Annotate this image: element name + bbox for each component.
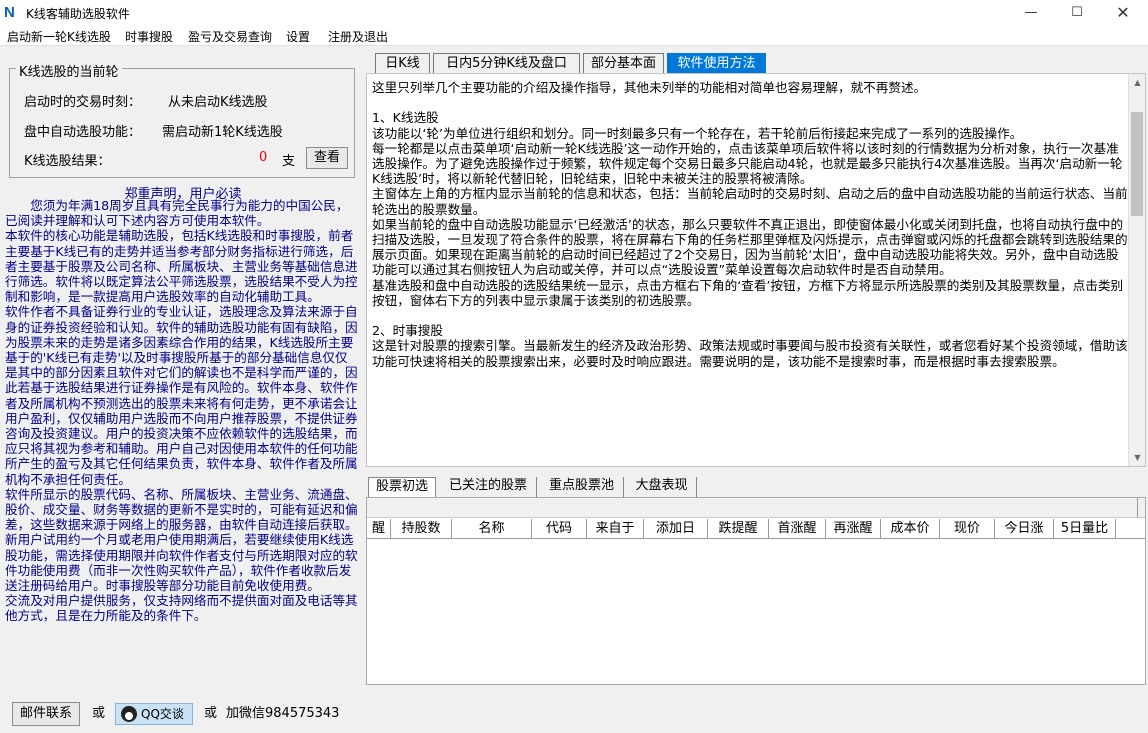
menu-bar: 启动新一轮K线选股 时事搜股 盈亏及交易查询 设置 注册及退出	[0, 26, 1148, 46]
grid-header: 醒 持股数 名称 代码 来自于 添加日 跌提醒 首涨醒 再涨醒 成本价 现价 今…	[367, 519, 1145, 539]
maximize-icon[interactable]: ☐	[1054, 0, 1100, 26]
col-remind[interactable]: 醒	[367, 519, 391, 539]
stock-grid: 醒 持股数 名称 代码 来自于 添加日 跌提醒 首涨醒 再涨醒 成本价 现价 今…	[366, 497, 1146, 685]
col-added-date[interactable]: 添加日	[644, 519, 708, 539]
scroll-down-icon[interactable]: ▼	[1129, 449, 1146, 466]
email-contact-button[interactable]: 邮件联系	[12, 702, 80, 726]
result-label: K线选股结果：	[24, 154, 111, 169]
menu-register-exit[interactable]: 注册及退出	[328, 28, 388, 45]
window-title: K线客辅助选股软件	[26, 7, 130, 21]
start-time-label: 启动时的交易时刻：	[24, 95, 142, 110]
col-name[interactable]: 名称	[452, 519, 532, 539]
menu-start-kline[interactable]: 启动新一轮K线选股	[7, 28, 111, 45]
qq-icon	[121, 706, 137, 722]
minimize-icon[interactable]: —	[1008, 0, 1054, 26]
col-rise-again[interactable]: 再涨醒	[826, 519, 881, 539]
grid-toolbar	[367, 498, 1145, 518]
result-count: 0	[259, 150, 268, 165]
wechat-text: 加微信984575343	[226, 706, 340, 721]
col-today-change[interactable]: 今日涨	[995, 519, 1054, 539]
result-unit: 支	[282, 154, 296, 169]
tab-usage[interactable]: 软件使用方法	[667, 53, 766, 74]
tab-market[interactable]: 大盘表现	[627, 477, 697, 497]
col-cost[interactable]: 成本价	[881, 519, 940, 539]
toolbar-handle[interactable]	[1137, 498, 1141, 518]
or-text-2: 或	[204, 706, 218, 721]
app-logo-icon: N	[4, 4, 15, 21]
tab-key-pool[interactable]: 重点股票池	[540, 477, 624, 497]
scroll-thumb[interactable]	[1131, 112, 1143, 216]
start-time-value: 从未启动K线选股	[168, 95, 268, 110]
tab-daily-kline[interactable]: 日K线	[375, 53, 430, 74]
auto-select-label: 盘中自动选股功能：	[24, 125, 142, 140]
col-first-rise[interactable]: 首涨醒	[769, 519, 826, 539]
scroll-up-icon[interactable]: ▲	[1129, 74, 1146, 91]
help-panel: 这里只列举几个主要功能的介绍及操作指导，其他未列举的功能相对简单也容易理解，就不…	[366, 73, 1146, 467]
or-text: 或	[92, 706, 106, 721]
col-holdings[interactable]: 持股数	[391, 519, 452, 539]
title-bar: N K线客辅助选股软件 — ☐ ✕	[0, 0, 1148, 26]
menu-profit-query[interactable]: 盈亏及交易查询	[188, 28, 272, 45]
close-icon[interactable]: ✕	[1100, 0, 1146, 26]
qq-chat-button[interactable]: QQ交谈	[115, 703, 193, 725]
tab-fundamentals[interactable]: 部分基本面	[583, 53, 664, 74]
qq-chat-label: QQ交谈	[141, 707, 184, 721]
tab-watched-stocks[interactable]: 已关注的股票	[440, 477, 537, 497]
view-results-button[interactable]: 查看	[306, 147, 348, 169]
tab-initial-selection[interactable]: 股票初选	[368, 477, 436, 499]
help-text: 这里只列举几个主要功能的介绍及操作指导，其他未列举的功能相对简单也容易理解，就不…	[372, 80, 1128, 369]
current-round-title: K线选股的当前轮	[16, 61, 122, 80]
col-code[interactable]: 代码	[532, 519, 587, 539]
col-price[interactable]: 现价	[940, 519, 995, 539]
menu-settings[interactable]: 设置	[286, 28, 310, 45]
col-source[interactable]: 来自于	[587, 519, 644, 539]
auto-select-value: 需启动新1轮K线选股	[162, 125, 283, 140]
tab-intraday[interactable]: 日内5分钟K线及盘口	[433, 53, 580, 74]
col-drop-alert[interactable]: 跌提醒	[708, 519, 769, 539]
menu-news-search[interactable]: 时事搜股	[125, 28, 173, 45]
col-volume-ratio[interactable]: 5日量比	[1054, 519, 1116, 539]
help-scrollbar[interactable]: ▲ ▼	[1128, 74, 1145, 466]
disclaimer-text: 您须为年满18周岁且具有完全民事行为能力的中国公民，已阅读并理解和认可下述内容方…	[5, 198, 358, 624]
